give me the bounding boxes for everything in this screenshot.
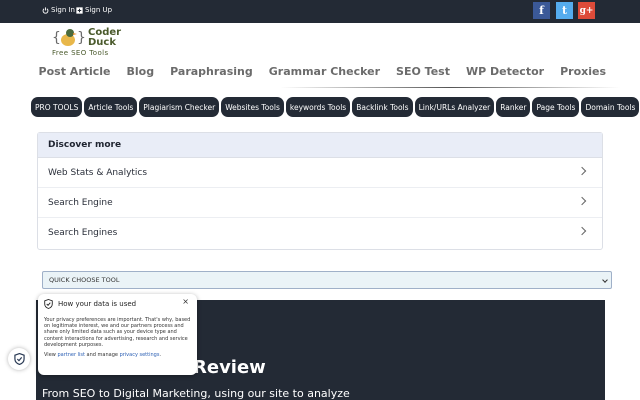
tools-bar: PRO TOOLS Article Tools Plagiarism Check…	[31, 97, 640, 117]
chevron-right-icon	[577, 166, 587, 176]
tool-ranker[interactable]: Ranker	[496, 97, 531, 117]
main-nav: Post Article Blog Paraphrasing Grammar C…	[39, 65, 606, 78]
tool-domain-tools[interactable]: Domain Tools	[581, 97, 640, 117]
discover-item[interactable]: Web Stats & Analytics	[38, 158, 602, 188]
chevron-down-icon	[602, 277, 608, 283]
discover-item-label: Search Engine	[48, 197, 113, 208]
nav-paraphrasing[interactable]: Paraphrasing	[170, 65, 253, 78]
nav-divider	[280, 87, 620, 88]
facebook-icon[interactable]: f	[533, 2, 550, 19]
tool-plagiarism-checker[interactable]: Plagiarism Checker	[139, 97, 220, 117]
shield-icon	[44, 299, 53, 309]
top-bar: Sign In Sign Up f t g+	[0, 0, 640, 23]
plus-square-icon	[76, 6, 83, 14]
tool-backlink-tools[interactable]: Backlink Tools	[352, 97, 413, 117]
discover-title: Discover more	[38, 133, 602, 158]
svg-text:{: {	[52, 30, 61, 46]
nav-seo-test[interactable]: SEO Test	[396, 65, 450, 78]
hero-subtitle: From SEO to Digital Marketing, using our…	[42, 387, 350, 400]
privacy-body: Your privacy preferences are important. …	[44, 317, 191, 348]
signin-label: Sign In	[51, 6, 75, 14]
chevron-right-icon	[577, 226, 587, 236]
nav-proxies[interactable]: Proxies	[560, 65, 606, 78]
signin-link[interactable]: Sign In	[42, 6, 75, 14]
discover-item[interactable]: Search Engine	[38, 188, 602, 218]
svg-text:}: }	[77, 30, 86, 46]
tool-page-tools[interactable]: Page Tools	[532, 97, 580, 117]
discover-item-label: Web Stats & Analytics	[48, 167, 148, 178]
privacy-foot-suffix: .	[159, 352, 162, 359]
select-value: QUICK CHOOSE TOOL	[49, 276, 120, 284]
google-plus-icon[interactable]: g+	[578, 2, 595, 19]
discover-item[interactable]: Search Engines	[38, 218, 602, 248]
nav-grammar-checker[interactable]: Grammar Checker	[269, 65, 380, 78]
tool-article-tools[interactable]: Article Tools	[84, 97, 138, 117]
partner-list-link[interactable]: partner list	[57, 352, 85, 358]
twitter-icon[interactable]: t	[556, 2, 573, 19]
discover-more-panel: Discover more Web Stats & Analytics Sear…	[37, 132, 603, 250]
tool-link-urls-analyzer[interactable]: Link/URLs Analyzer	[414, 97, 495, 117]
nav-post-article[interactable]: Post Article	[39, 65, 111, 78]
chevron-right-icon	[577, 196, 587, 206]
signup-label: Sign Up	[85, 6, 113, 14]
privacy-shield-button[interactable]	[8, 348, 30, 370]
privacy-footer: View partner list and manage privacy set…	[44, 352, 191, 358]
privacy-foot-mid: and manage	[84, 352, 120, 359]
nav-wp-detector[interactable]: WP Detector	[466, 65, 544, 78]
nav-blog[interactable]: Blog	[127, 65, 155, 78]
discover-item-label: Search Engines	[48, 228, 118, 238]
quick-choose-tool-select[interactable]: QUICK CHOOSE TOOL	[42, 271, 612, 289]
duck-logo-icon: { }	[52, 29, 86, 46]
logo-tagline: Free SEO Tools	[52, 49, 109, 57]
power-icon	[42, 6, 49, 14]
privacy-foot-prefix: View	[44, 352, 58, 359]
hero-title: Review	[193, 357, 266, 378]
privacy-title: How your data is used	[58, 300, 137, 308]
tool-websites-tools[interactable]: Websites Tools	[221, 97, 284, 117]
close-icon[interactable]: ×	[182, 297, 189, 306]
logo-line2: Duck	[88, 37, 116, 48]
privacy-settings-link[interactable]: privacy settings	[120, 352, 160, 358]
tool-keywords-tools[interactable]: keywords Tools	[285, 97, 351, 117]
privacy-dialog: How your data is used × Your privacy pre…	[38, 294, 197, 375]
shield-check-icon	[13, 353, 25, 365]
signup-link[interactable]: Sign Up	[76, 6, 112, 14]
tool-pro-tools[interactable]: PRO TOOLS	[31, 97, 83, 117]
site-logo[interactable]: { } Coder Duck Free SEO Tools	[52, 27, 122, 59]
